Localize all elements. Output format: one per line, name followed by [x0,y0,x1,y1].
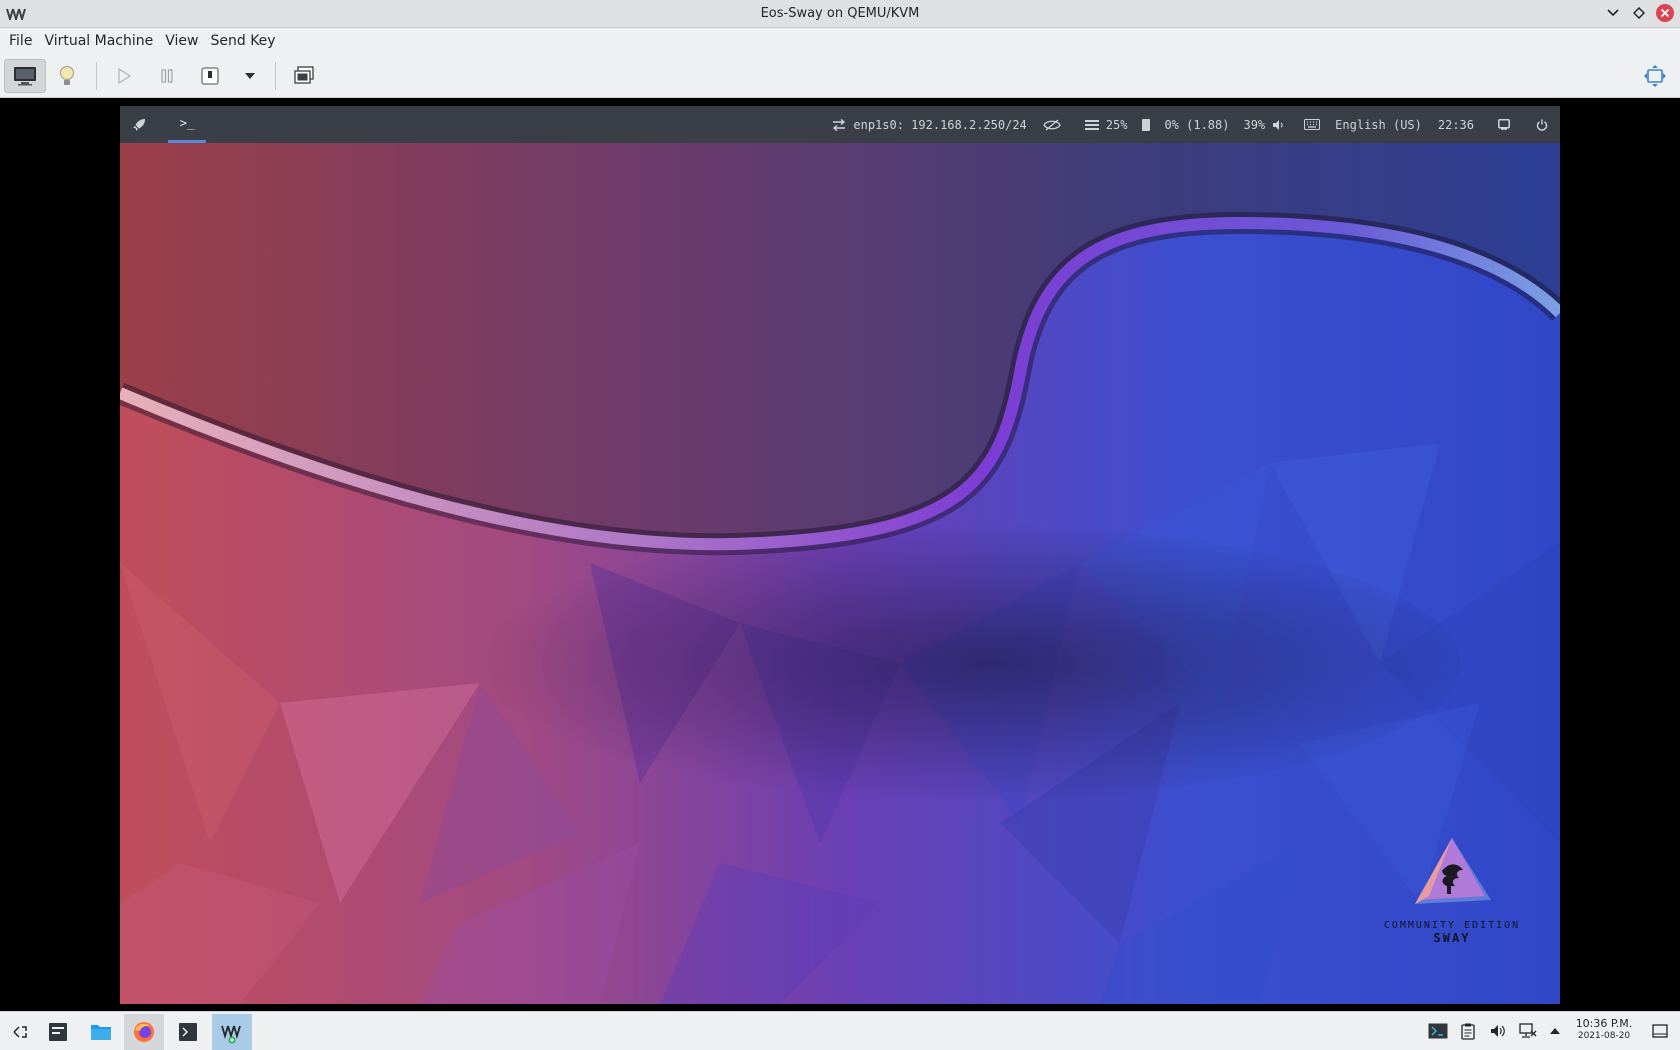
idle-inhibitor-module[interactable] [1043,119,1061,131]
run-button[interactable] [103,59,145,93]
volume-module[interactable]: 39% [1243,118,1284,132]
cpu-usage: 0% (1.88) [1164,117,1230,132]
pause-icon [161,69,173,83]
task-manager-button[interactable] [38,1014,78,1050]
snapshots-icon [294,66,314,84]
display-module[interactable] [1498,119,1510,130]
shutdown-icon [201,67,219,85]
clock-module[interactable]: 22:36 [1438,118,1474,132]
show-desktop-button[interactable] [1648,1012,1672,1050]
shutdown-menu-button[interactable] [230,59,270,93]
minimize-icon[interactable] [1604,4,1622,22]
shutdown-button[interactable] [189,59,231,93]
clipboard-icon [1461,1023,1475,1040]
logo-line2: SWAY [1433,931,1471,945]
guest-waybar: >_ enp1s0: 192.168.2.250/24 25% 0% (1.88… [120,106,1560,143]
console-button[interactable] [4,59,46,93]
host-taskbar: 10:36 P.M. 2021-08-20 [0,1011,1680,1050]
memory-module[interactable]: 25% [1084,117,1128,132]
details-icon [60,66,74,85]
network-button[interactable] [1517,1012,1539,1050]
cpu-module[interactable]: 0% (1.88) [1141,118,1229,132]
desktop-wallpaper [120,143,1560,1004]
network-icon [1519,1023,1537,1038]
terminal-button[interactable] [168,1014,208,1050]
keyboard-module[interactable]: English (US) [1304,118,1422,132]
clipboard-button[interactable] [1458,1012,1478,1050]
memory-usage: 25% [1105,117,1128,132]
fullscreen-button[interactable] [1634,59,1676,93]
show-desktop-icon [1652,1024,1668,1038]
terminal-tray-icon [1428,1023,1448,1039]
guest-display[interactable]: COMMUNITY EDITION SWAY >_ enp1s0: 192.16… [120,106,1560,1004]
fullscreen-icon [1644,65,1666,87]
host-clock-date: 2021-08-20 [1577,1031,1631,1041]
rocket-icon[interactable] [132,118,146,132]
pause-button[interactable] [146,59,188,93]
volume-level: 39% [1243,117,1266,132]
terminal-icon [179,1023,197,1041]
virt-manager-app-icon [6,8,26,20]
snapshots-button[interactable] [283,59,325,93]
task-manager-icon [49,1023,67,1041]
virt-manager-icon [221,1025,241,1044]
console-icon [14,67,36,86]
network-module[interactable]: enp1s0: 192.168.2.250/24 [832,117,1027,132]
eye-slash-icon [1043,119,1061,130]
menu-view[interactable]: View [160,33,203,49]
file-manager-icon [91,1025,111,1040]
menu-file[interactable]: File [4,33,37,49]
file-manager-button[interactable] [81,1014,121,1050]
firefox-icon [134,1022,154,1042]
details-button[interactable] [46,59,88,93]
community-edition-logo: COMMUNITY EDITION SWAY [1382,834,1522,945]
toolbar [0,54,1680,98]
maximize-icon[interactable] [1630,4,1648,22]
speaker-icon [1273,119,1283,130]
memory-icon [1084,119,1099,130]
display-icon [1498,119,1510,130]
expand-tray-icon [1550,1028,1560,1034]
guest-clock: 22:36 [1437,117,1474,132]
menubar: File Virtual Machine View Send Key [0,28,1680,54]
run-icon [118,67,132,85]
volume-icon [1491,1025,1505,1037]
menu-send-key[interactable]: Send Key [205,33,280,49]
terminal-tray-button[interactable] [1426,1012,1450,1050]
host-clock[interactable]: 10:36 P.M. 2021-08-20 [1568,1018,1640,1042]
volume-button[interactable] [1488,1012,1508,1050]
keyboard-icon [1304,119,1321,130]
host-clock-time: 10:36 P.M. [1575,1017,1633,1030]
virt-manager-button[interactable] [212,1014,252,1050]
logo-line1: COMMUNITY EDITION [1383,920,1521,931]
app-launcher-button[interactable] [0,1014,40,1050]
network-transfer-icon [833,118,846,131]
vm-console-area: COMMUNITY EDITION SWAY >_ enp1s0: 192.16… [0,98,1680,1011]
firefox-button[interactable] [124,1014,164,1050]
network-address: enp1s0: 192.168.2.250/24 [853,117,1027,132]
app-launcher-icon [13,1026,27,1038]
cpu-icon [1142,118,1151,131]
window-titlebar[interactable]: Eos-Sway on QEMU/KVM [0,0,1680,28]
power-icon [1536,119,1548,131]
keyboard-layout: English (US) [1335,117,1422,132]
endeavouros-logo-icon [1415,838,1491,904]
expand-tray-button[interactable] [1546,1012,1564,1050]
workspace-1[interactable]: >_ [168,106,206,143]
window-title: Eos-Sway on QEMU/KVM [760,6,920,21]
menu-virtual-machine[interactable]: Virtual Machine [39,33,158,49]
power-module[interactable] [1536,119,1548,131]
close-icon[interactable] [1656,4,1674,22]
shutdown-menu-icon [245,73,255,79]
